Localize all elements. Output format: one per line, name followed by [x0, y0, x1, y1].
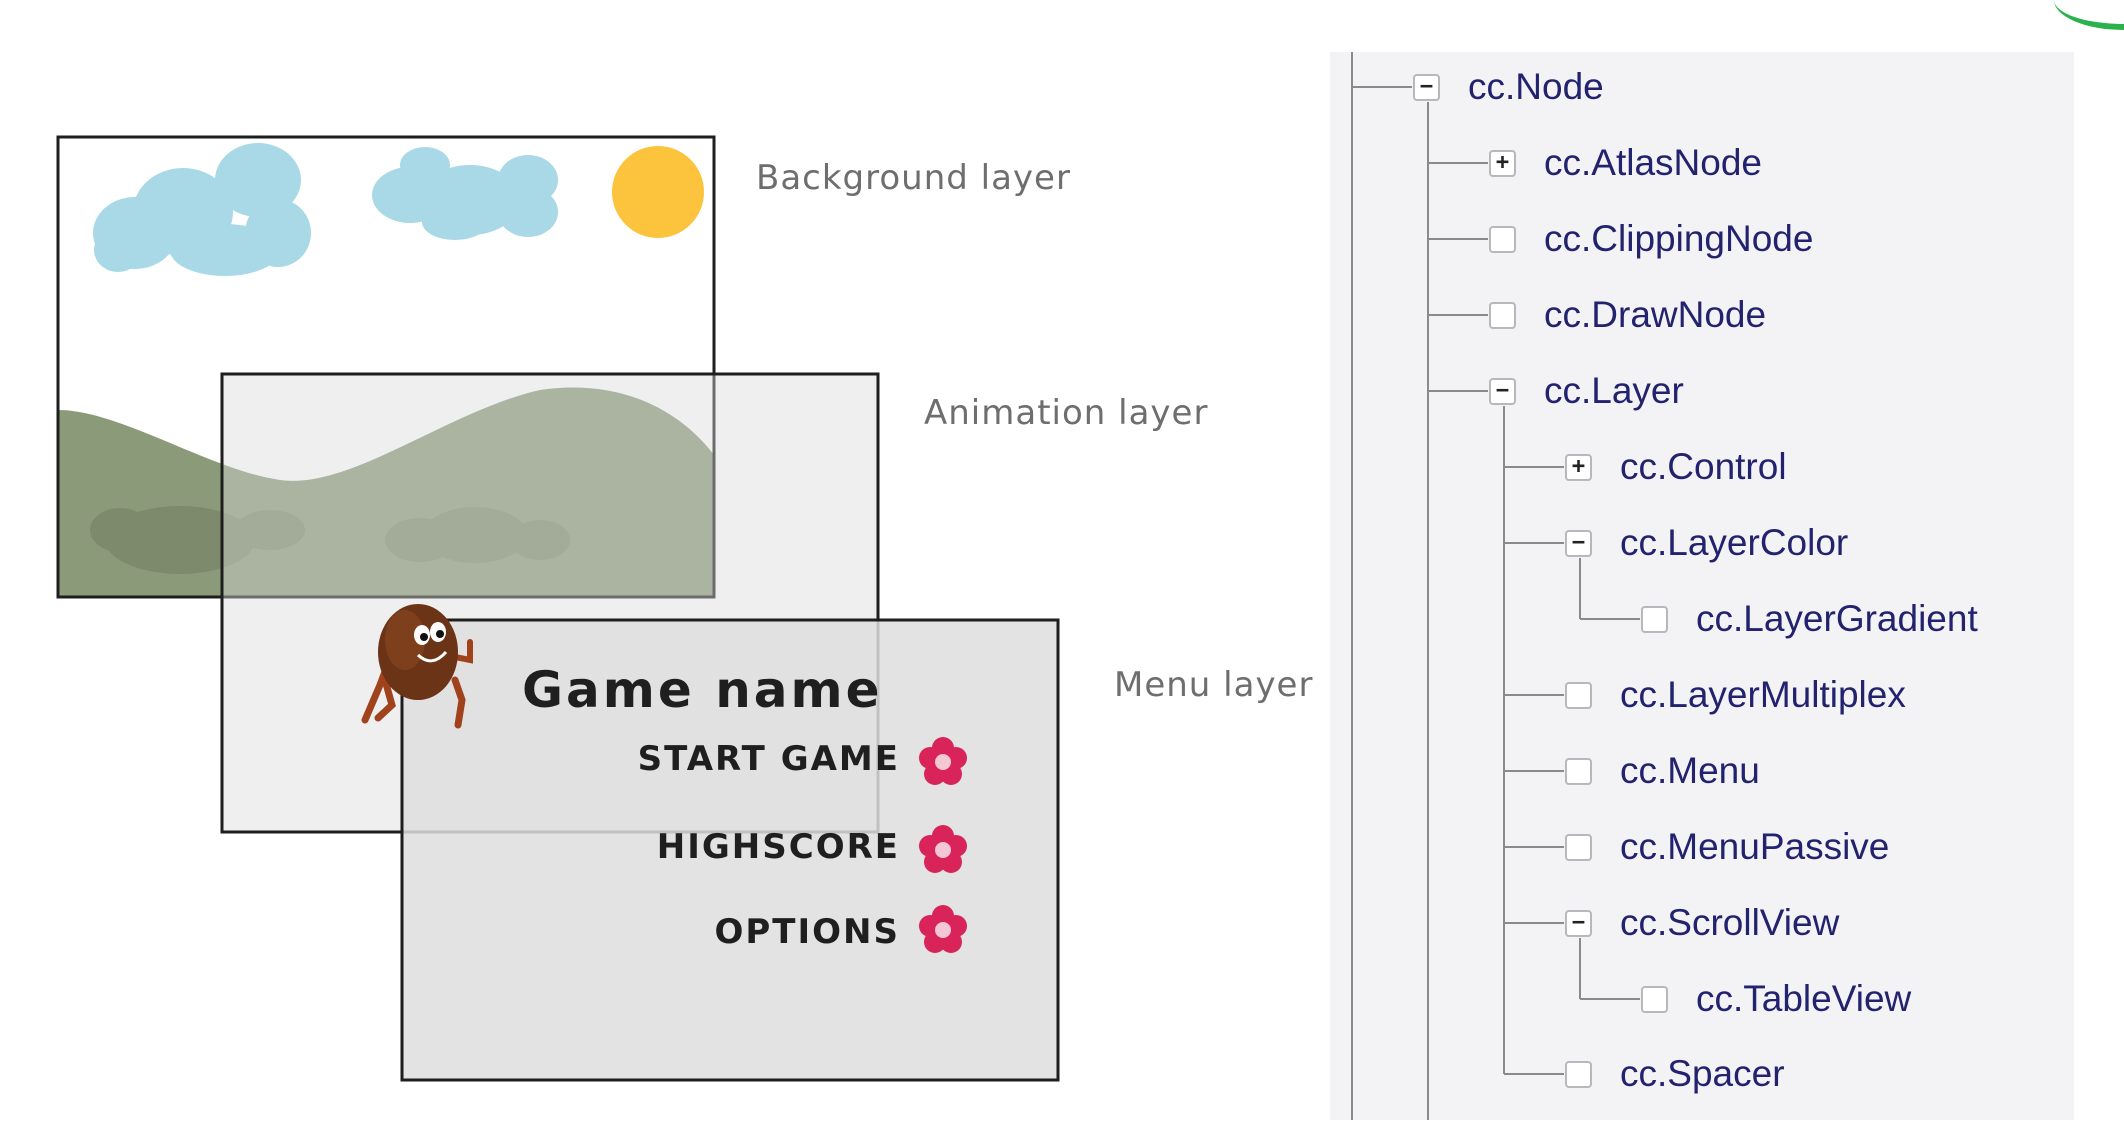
leaf-node-icon	[1641, 605, 1668, 633]
expand-toggle-icon[interactable]: +	[1489, 149, 1516, 177]
collapse-toggle-icon[interactable]: −	[1489, 377, 1516, 405]
tree-node-cc-atlasnode[interactable]: + cc.AtlasNode	[1489, 133, 1762, 193]
tree-node-cc-node[interactable]: − cc.Node	[1413, 57, 1604, 117]
sun	[612, 146, 704, 238]
leaf-node-icon	[1641, 985, 1668, 1013]
class-tree-panel: − cc.Node + cc.AtlasNode cc.ClippingNode…	[1330, 52, 2074, 1120]
menu-item-options: OPTIONS	[714, 912, 900, 952]
tree-node-cc-layercolor[interactable]: − cc.LayerColor	[1565, 513, 1848, 573]
tree-node-label[interactable]: cc.LayerMultiplex	[1620, 674, 1906, 716]
tree-node-cc-layergradient[interactable]: cc.LayerGradient	[1641, 589, 1978, 649]
layer-diagram-graphic	[56, 135, 1060, 1082]
tree-node-cc-spacer[interactable]: cc.Spacer	[1565, 1044, 1785, 1104]
leaf-node-icon	[1565, 757, 1592, 785]
tree-node-cc-layer[interactable]: − cc.Layer	[1489, 361, 1684, 421]
tree-node-cc-control[interactable]: + cc.Control	[1565, 437, 1787, 497]
tree-node-label[interactable]: cc.Spacer	[1620, 1053, 1785, 1095]
tree-node-label[interactable]: cc.LayerColor	[1620, 522, 1848, 564]
tree-node-cc-layermultiplex[interactable]: cc.LayerMultiplex	[1565, 665, 1906, 725]
leaf-node-icon	[1489, 301, 1516, 329]
leaf-node-icon	[1565, 681, 1592, 709]
tree-node-label[interactable]: cc.MenuPassive	[1620, 826, 1889, 868]
game-title: Game name	[522, 661, 883, 719]
tree-node-label[interactable]: cc.DrawNode	[1544, 294, 1766, 336]
tree-node-label[interactable]: cc.ClippingNode	[1544, 218, 1813, 260]
tree-node-cc-clippingnode[interactable]: cc.ClippingNode	[1489, 209, 1813, 269]
menu-layer-label: Menu layer	[1114, 665, 1314, 705]
collapse-toggle-icon[interactable]: −	[1413, 73, 1440, 101]
tree-node-label[interactable]: cc.Menu	[1620, 750, 1760, 792]
tree-node-label[interactable]: cc.ScrollView	[1620, 902, 1839, 944]
expand-toggle-icon[interactable]: +	[1565, 453, 1592, 481]
layer-diagram: Background layer Animation layer Menu la…	[0, 0, 1320, 1142]
leaf-node-icon	[1565, 1060, 1592, 1088]
collapse-toggle-icon[interactable]: −	[1565, 909, 1592, 937]
collapse-toggle-icon[interactable]: −	[1565, 529, 1592, 557]
tree-node-cc-tableview[interactable]: cc.TableView	[1641, 969, 1911, 1029]
leaf-node-icon	[1489, 225, 1516, 253]
background-layer-label: Background layer	[756, 158, 1071, 198]
animation-layer-label: Animation layer	[924, 393, 1209, 433]
tree-node-label[interactable]: cc.Control	[1620, 446, 1787, 488]
corner-accent-decoration	[2054, 0, 2124, 30]
menu-item-highscore: HIGHSCORE	[656, 827, 900, 867]
tree-node-label[interactable]: cc.Node	[1468, 66, 1604, 108]
tree-node-cc-drawnode[interactable]: cc.DrawNode	[1489, 285, 1766, 345]
menu-item-start-game: START GAME	[637, 739, 900, 779]
tree-node-cc-menu[interactable]: cc.Menu	[1565, 741, 1760, 801]
tree-node-label[interactable]: cc.Layer	[1544, 370, 1684, 412]
tree-node-label[interactable]: cc.TableView	[1696, 978, 1911, 1020]
leaf-node-icon	[1565, 833, 1592, 861]
tree-node-cc-menupassive[interactable]: cc.MenuPassive	[1565, 817, 1889, 877]
tree-node-label[interactable]: cc.AtlasNode	[1544, 142, 1762, 184]
tree-node-label[interactable]: cc.LayerGradient	[1696, 598, 1978, 640]
tree-node-cc-scrollview[interactable]: − cc.ScrollView	[1565, 893, 1839, 953]
